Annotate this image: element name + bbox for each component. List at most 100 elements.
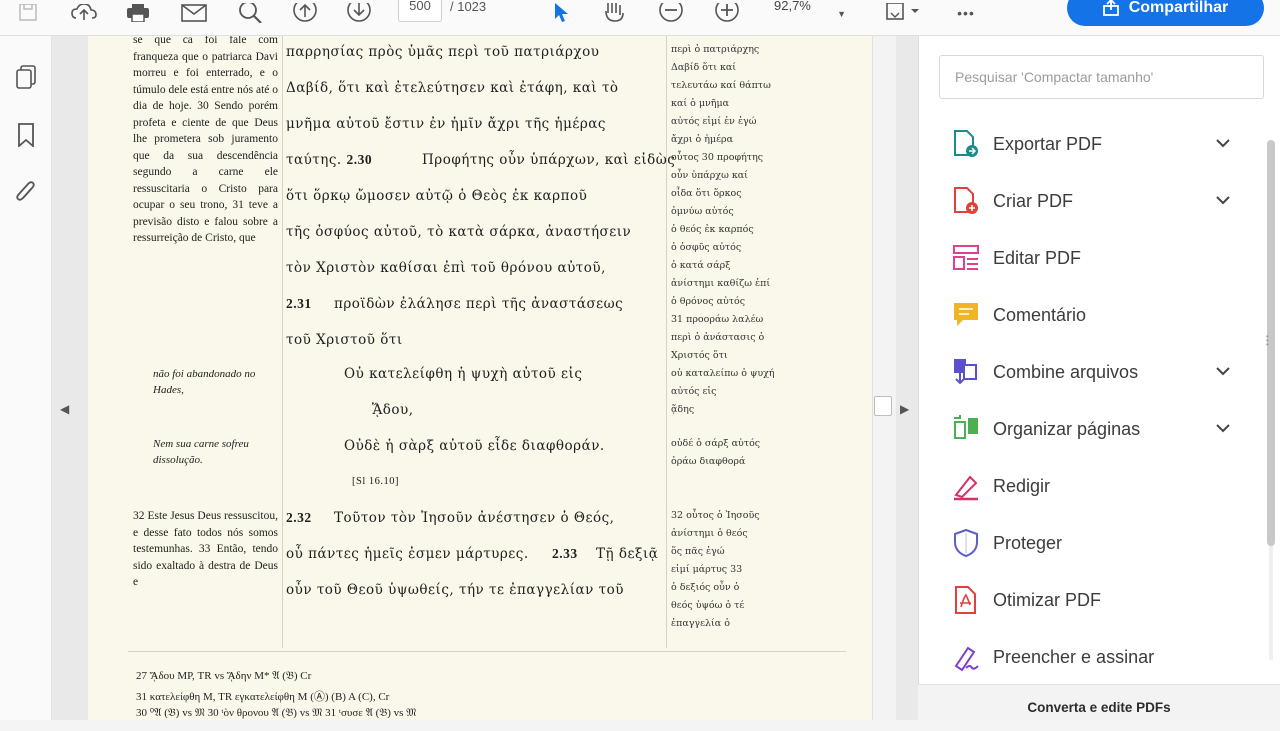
upload-cloud-icon[interactable] bbox=[68, 0, 100, 26]
tools-list: Exportar PDF Criar PDF Editar PDF Comentári… bbox=[939, 116, 1265, 674]
chevron-down-icon[interactable] bbox=[1215, 363, 1231, 379]
tools-scrollbar[interactable] bbox=[1265, 140, 1277, 660]
edit-pdf-icon bbox=[951, 243, 981, 273]
greek-line: παρρησίας πρὸς ὑμᾶς περὶ τοῦ πατριάρχου bbox=[286, 44, 600, 60]
collapse-left-panel-icon[interactable]: ◀ bbox=[60, 402, 69, 416]
chevron-down-icon[interactable] bbox=[1215, 192, 1231, 208]
tool-protect[interactable]: Proteger bbox=[939, 523, 1239, 563]
greek-line: τῆς ὀσφύος αὐτοῦ, τὸ κατὰ σάρκα, ἀναστήσ… bbox=[286, 224, 632, 240]
greek-verse-label: ταύτης. 2.30 bbox=[286, 152, 372, 168]
root-form-line: ὁ ὀσφῦς αὐτός bbox=[671, 242, 742, 253]
root-form-line: αὐτός εἰμί ἐν ἐγώ bbox=[671, 116, 757, 127]
root-form-line: οὖν ὑπάρχω καί bbox=[671, 170, 748, 181]
document-scrollbar-thumb[interactable] bbox=[874, 396, 892, 416]
root-form-line: ἐπαγγελία ὁ bbox=[671, 618, 730, 629]
verse-number: 2.31 bbox=[286, 296, 312, 311]
previous-page-icon[interactable] bbox=[290, 0, 320, 26]
page-total: / 1023 bbox=[450, 0, 487, 14]
root-form-line: ἀνίστημι ὁ θεός bbox=[671, 528, 748, 539]
chevron-down-icon[interactable] bbox=[1215, 135, 1231, 151]
root-form-line: οὐδέ ὁ σάρξ αὐτός bbox=[671, 438, 761, 449]
root-form-line: ἄχρι ὁ ἡμέρα bbox=[671, 134, 734, 145]
tool-edit-pdf[interactable]: Editar PDF bbox=[939, 238, 1239, 278]
panel-resize-grip-icon[interactable]: • • • bbox=[1266, 333, 1269, 349]
root-form-line: Δαβίδ ὅτι καί bbox=[671, 62, 737, 73]
collapse-right-panel-icon[interactable]: ▶ bbox=[900, 402, 909, 416]
protect-icon bbox=[951, 528, 981, 558]
more-options-icon[interactable]: ••• bbox=[950, 0, 982, 26]
page-fit-icon[interactable] bbox=[882, 0, 922, 26]
root-form-line: ὅς πᾶς ἐγώ bbox=[671, 546, 725, 557]
chevron-down-icon[interactable] bbox=[1215, 420, 1231, 436]
root-form-line: αὐτός εἰς bbox=[671, 386, 717, 397]
hand-tool-icon[interactable] bbox=[600, 0, 630, 26]
portuguese-text-carne: Nem sua carne sofreu dissolução. bbox=[153, 438, 249, 466]
root-form-line: οὐ καταλείπω ὁ ψυχή bbox=[671, 368, 775, 379]
verse-number: 2.33 bbox=[552, 546, 578, 561]
scripture-reference: [Sl 16.10] bbox=[352, 476, 399, 487]
comment-icon bbox=[951, 300, 981, 330]
footnote-divider bbox=[128, 651, 846, 652]
zoom-out-icon[interactable] bbox=[656, 0, 686, 26]
email-icon[interactable] bbox=[178, 0, 210, 26]
zoom-search-icon[interactable] bbox=[234, 0, 266, 26]
root-form-line: 31 προοράω λαλέω bbox=[671, 314, 764, 325]
zoom-level-select[interactable]: 92,7% ▼ bbox=[760, 0, 854, 22]
tool-label: Preencher e assinar bbox=[993, 646, 1155, 667]
tools-panel: Pesquisar 'Compactar tamanho' Exportar P… bbox=[918, 36, 1280, 720]
footnote-line: 30 ⁰𝔄 (𝔅) vs 𝔐 30 ᵗὸν θρονου 𝔄 (𝔅) vs 𝔐 … bbox=[136, 707, 417, 719]
page-thumbnails-icon[interactable] bbox=[13, 64, 39, 90]
greek-line: Οὐδὲ ἡ σὰρξ αὐτοῦ εἶδε διαφθοράν. bbox=[344, 438, 605, 454]
next-page-icon[interactable] bbox=[344, 0, 374, 26]
convert-edit-footer: Converta e edite PDFs bbox=[918, 684, 1280, 720]
tool-label: Combine arquivos bbox=[993, 361, 1139, 382]
root-form-line: ὀμνύω αὐτός bbox=[671, 206, 734, 217]
redact-icon bbox=[951, 471, 981, 501]
select-cursor-icon[interactable] bbox=[548, 0, 574, 26]
tool-create-pdf[interactable]: Criar PDF bbox=[939, 181, 1239, 221]
portuguese-text-hades: não foi abandonado no Hades, bbox=[153, 368, 256, 396]
greek-line: τοῦ Χριστοῦ ὅτι bbox=[286, 332, 403, 348]
share-button[interactable]: Compartilhar bbox=[1067, 0, 1264, 26]
tool-redact[interactable]: Redigir bbox=[939, 466, 1239, 506]
root-form-line: ἀνίστημι καθίζω ἐπί bbox=[671, 278, 771, 289]
combine-files-icon bbox=[951, 357, 981, 387]
tool-combine-files[interactable]: Combine arquivos bbox=[939, 352, 1239, 392]
root-form-line: οἶδα ὅτι ὅρκος bbox=[671, 188, 742, 199]
save-icon[interactable] bbox=[14, 0, 42, 26]
root-form-line: περὶ ὁ πατριάρχης bbox=[671, 44, 760, 55]
zoom-in-icon[interactable] bbox=[712, 0, 742, 26]
root-form-line: ὁράω διαφθορά bbox=[671, 456, 746, 467]
bookmark-icon[interactable] bbox=[13, 122, 39, 148]
greek-line: ᾍδου, bbox=[372, 402, 414, 418]
tool-comment[interactable]: Comentário bbox=[939, 295, 1239, 335]
tools-search-input[interactable]: Pesquisar 'Compactar tamanho' bbox=[939, 55, 1264, 99]
greek-verse-label: 2.32 bbox=[286, 510, 312, 526]
greek-line: ὅτι ὅρκῳ ὤμοσεν αὐτῷ ὁ Θεὸς ἐκ καρποῦ bbox=[286, 188, 588, 204]
tool-organize-pages[interactable]: Organizar páginas bbox=[939, 409, 1239, 449]
tool-label: Proteger bbox=[993, 532, 1063, 553]
pdf-page: se que ca foi fale com franqueza que o p… bbox=[88, 36, 872, 720]
greek-line: Δαβίδ, ὅτι καὶ ἐτελεύτησεν καὶ ἐτάφη, κα… bbox=[286, 80, 619, 96]
document-scrollbar[interactable] bbox=[872, 36, 896, 720]
export-pdf-icon bbox=[951, 129, 981, 159]
page-number-input[interactable]: 500 bbox=[398, 0, 442, 22]
footnote-line: 27 ᾍδου ΜΡ, TR vs ᾍδην Μ* 𝔄 (𝔅) Cr bbox=[136, 670, 312, 682]
print-icon[interactable] bbox=[122, 0, 154, 26]
attachment-icon[interactable] bbox=[13, 180, 39, 206]
tool-optimize-pdf[interactable]: Otimizar PDF bbox=[939, 580, 1239, 620]
greek-verse-label: 2.31 bbox=[286, 296, 312, 312]
tool-label: Comentário bbox=[993, 304, 1087, 325]
root-form-line: θεός ὑψόω ὁ τέ bbox=[671, 600, 745, 611]
tool-label: Editar PDF bbox=[993, 247, 1082, 268]
tool-fill-sign[interactable]: Preencher e assinar bbox=[939, 637, 1239, 677]
top-toolbar: 500 / 1023 92,7% ▼ ••• Compartilhar bbox=[0, 0, 1280, 36]
tool-label: Organizar páginas bbox=[993, 418, 1141, 439]
root-form-line: εἰμί μάρτυς 33 bbox=[671, 564, 743, 575]
root-form-line: ὁ θεός ἐκ καρπός bbox=[671, 224, 754, 235]
column-divider bbox=[666, 36, 667, 648]
share-icon bbox=[1102, 0, 1119, 16]
optimize-pdf-icon bbox=[951, 585, 981, 615]
tool-export-pdf[interactable]: Exportar PDF bbox=[939, 124, 1239, 164]
verse-number: 2.30 bbox=[346, 152, 373, 167]
